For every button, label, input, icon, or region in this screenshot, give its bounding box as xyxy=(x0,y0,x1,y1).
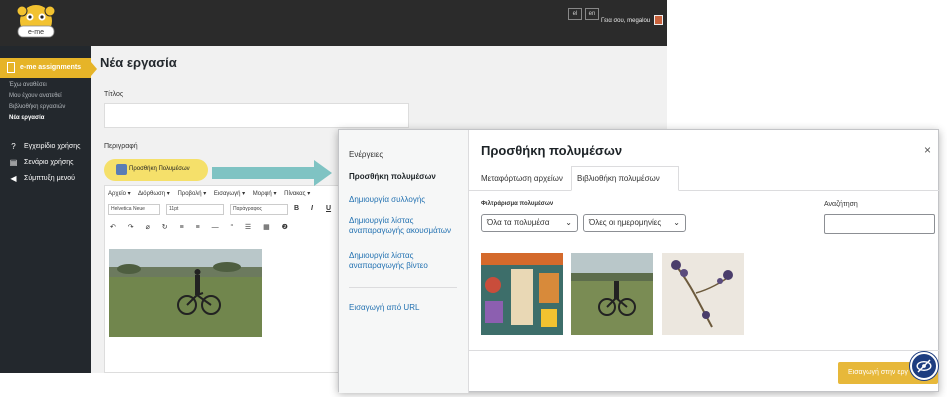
sidebar-item-manual[interactable]: Εγχειρίδιο χρήσης xyxy=(24,143,80,150)
svg-text:e-me: e-me xyxy=(28,29,44,36)
media-type-filter[interactable]: Όλα τα πολυμέσα ⌄ xyxy=(481,214,578,232)
assignment-icon xyxy=(7,62,15,73)
screenshot-stage: e-me el en Γεια σου, megalou e-me assign… xyxy=(0,0,947,397)
filter-label: Φιλτράρισμα πολυμέσων xyxy=(481,201,554,207)
menu-insert[interactable]: Εισαγωγή ▾ xyxy=(214,191,245,197)
callout-arrow xyxy=(212,167,314,179)
media-modal-menu: Ενέργειες Προσθήκη πολυμέσων Δημιουργία … xyxy=(339,130,469,393)
callout-arrow-head xyxy=(314,160,332,186)
paragraph-style-select[interactable]: Παράγραφος xyxy=(230,204,288,215)
sidebar-item-assignments[interactable]: e-me assignments xyxy=(0,58,91,78)
sidebar-subitem-library[interactable]: Βιβλιοθήκη εργασιών xyxy=(9,104,65,110)
modal-title: Προσθήκη πολυμέσων xyxy=(481,143,623,158)
lang-el-button[interactable]: el xyxy=(568,8,582,20)
menu-item-create-audio-playlist[interactable]: Δημιουργία λίστας αναπαραγωγής ακουσμάτω… xyxy=(349,216,464,236)
rich-text-editor[interactable]: Αρχείο ▾ Διόρθωση ▾ Προβολή ▾ Εισαγωγή ▾… xyxy=(104,185,339,373)
media-type-filter-value: Όλα τα πολυμέσα xyxy=(487,218,550,227)
sidebar-subitem-assigned-to-me[interactable]: Μου έχουν ανατεθεί xyxy=(9,93,62,99)
admin-sidebar: e-me assignments Έχω αναθέσει Μου έχουν … xyxy=(0,46,97,373)
lang-en-button[interactable]: en xyxy=(585,8,599,20)
menu-table[interactable]: Πίνακας ▾ xyxy=(284,191,310,197)
collapse-icon: ◀ xyxy=(10,174,17,183)
menu-item-add-media[interactable]: Προσθήκη πολυμέσων xyxy=(349,172,464,182)
title-input[interactable] xyxy=(104,103,409,128)
italic-button[interactable]: I xyxy=(311,205,313,212)
media-thumbnail-2[interactable] xyxy=(571,253,653,335)
editor-menubar: Αρχείο ▾ Διόρθωση ▾ Προβολή ▾ Εισαγωγή ▾… xyxy=(108,190,316,197)
add-media-modal: Ενέργειες Προσθήκη πολυμέσων Δημιουργία … xyxy=(338,129,940,393)
sidebar-item-label: e-me assignments xyxy=(20,64,82,71)
menu-view[interactable]: Προβολή ▾ xyxy=(177,191,206,197)
sidebar-subitem-new-assignment[interactable]: Νέα εργασία xyxy=(9,115,44,121)
add-media-label: Προσθήκη Πολυμέσων xyxy=(129,166,190,172)
date-filter-value: Όλες οι ημερομηνίες xyxy=(589,218,662,227)
top-bar: e-me el en Γεια σου, megalou xyxy=(0,0,667,46)
chevron-down-icon: ⌄ xyxy=(565,218,572,227)
close-icon[interactable]: × xyxy=(924,143,931,157)
underline-button[interactable]: U xyxy=(326,205,331,212)
menu-format[interactable]: Μορφή ▾ xyxy=(253,191,277,197)
font-size-select[interactable]: 11pt xyxy=(166,204,224,215)
active-pointer xyxy=(91,62,97,76)
footer-divider xyxy=(469,350,940,351)
search-input[interactable] xyxy=(824,214,935,234)
sidebar-subitem-assigned-by-me[interactable]: Έχω αναθέσει xyxy=(9,82,47,88)
add-media-button[interactable]: Προσθήκη Πολυμέσων xyxy=(104,159,208,181)
chevron-down-icon: ⌄ xyxy=(673,218,680,227)
menu-divider xyxy=(349,287,457,288)
actions-heading: Ενέργειες xyxy=(349,150,384,159)
tab-upload-files[interactable]: Μεταφόρτωση αρχείων xyxy=(481,174,563,183)
menu-item-insert-from-url[interactable]: Εισαγωγή από URL xyxy=(349,303,464,313)
user-greeting[interactable]: Γεια σου, megalou xyxy=(601,18,650,24)
tabs-divider xyxy=(469,190,940,191)
media-thumbnail-1[interactable] xyxy=(481,253,563,335)
title-label: Τίτλος xyxy=(104,91,124,98)
sidebar-item-scenario[interactable]: Σενάριο χρήσης xyxy=(24,159,74,166)
bold-button[interactable]: B xyxy=(294,205,299,212)
description-label: Περιγραφή xyxy=(104,143,138,150)
user-avatar[interactable] xyxy=(654,15,663,25)
date-filter[interactable]: Όλες οι ημερομηνίες ⌄ xyxy=(583,214,686,232)
bicycle-photo[interactable] xyxy=(109,249,262,337)
media-thumbnail-3[interactable] xyxy=(662,253,744,335)
menu-item-create-video-playlist[interactable]: Δημιουργία λίστας αναπαραγωγής βίντεο xyxy=(349,251,464,271)
help-icon: ? xyxy=(11,142,16,151)
menu-item-create-gallery[interactable]: Δημιουργία συλλογής xyxy=(349,195,464,205)
font-family-select[interactable]: Helvetica Neue xyxy=(108,204,160,215)
editor-toolbar-icons[interactable]: ↶ ↷ ⌀ ↻ ≡ ≡ — “ ☰ ▦ ❷ xyxy=(110,223,293,231)
tab-media-library[interactable]: Βιβλιοθήκη πολυμέσων xyxy=(571,166,679,191)
page-title: Νέα εργασία xyxy=(100,55,177,70)
menu-edit[interactable]: Διόρθωση ▾ xyxy=(138,191,170,197)
search-label: Αναζήτηση xyxy=(824,201,858,208)
scenario-icon: ▤ xyxy=(9,158,18,167)
eye-badge-icon[interactable] xyxy=(910,352,938,380)
media-icon xyxy=(116,164,127,175)
sidebar-item-collapse[interactable]: Σύμπτυξη μενού xyxy=(24,175,75,182)
e-me-logo[interactable]: e-me xyxy=(6,2,66,42)
menu-file[interactable]: Αρχείο ▾ xyxy=(108,191,131,197)
